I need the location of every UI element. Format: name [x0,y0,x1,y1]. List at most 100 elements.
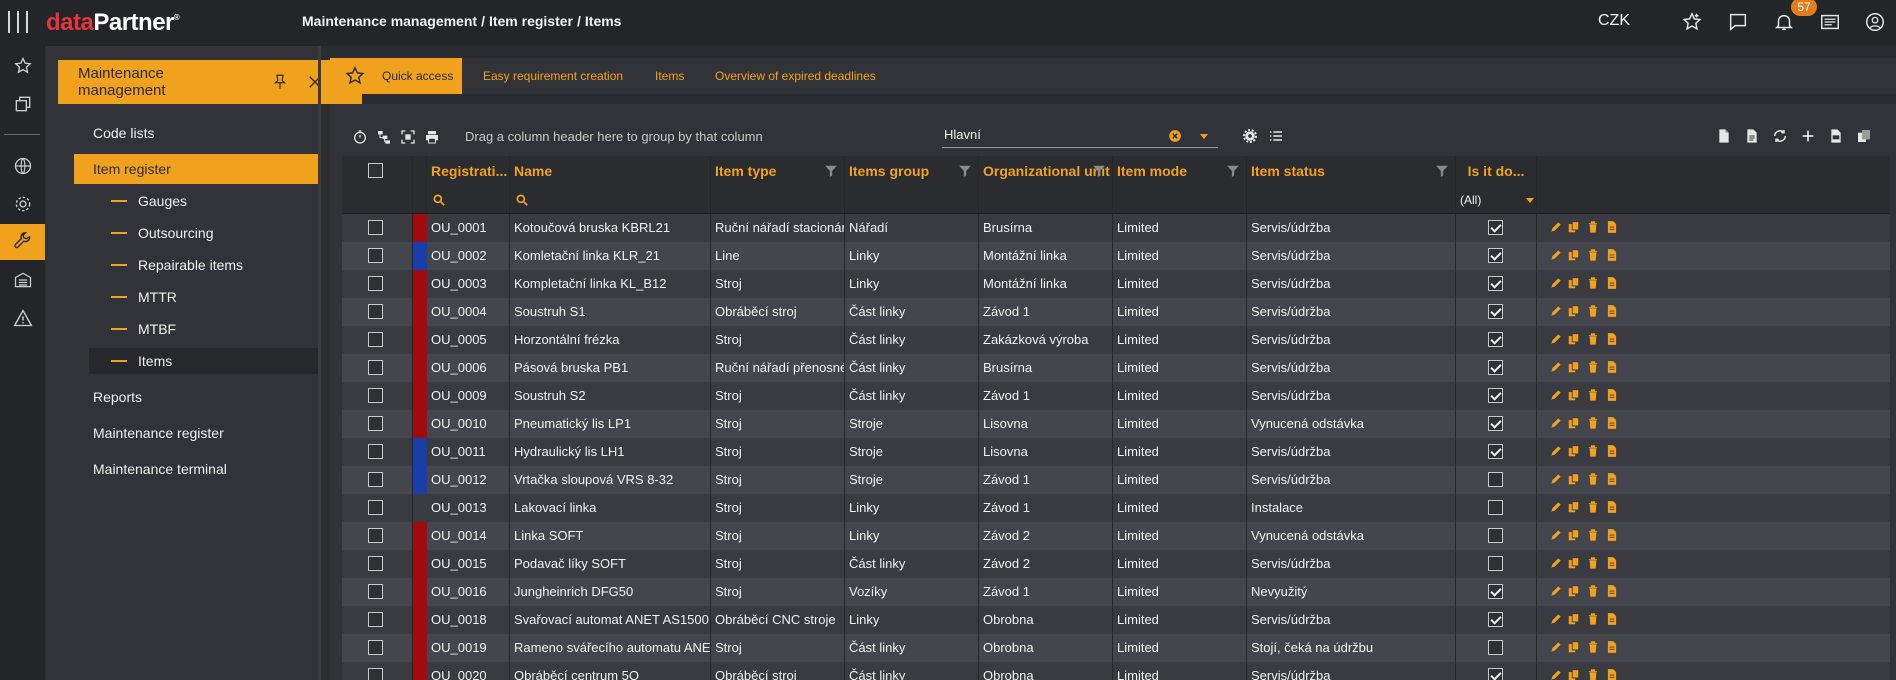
sidebar-item-reports[interactable]: Reports [74,382,320,412]
gear-icon[interactable] [0,186,45,222]
copy-icon[interactable] [1567,640,1581,654]
copy-icon[interactable] [1567,220,1581,234]
document-icon[interactable] [1605,528,1619,542]
clear-icon[interactable] [1168,129,1182,143]
stopwatch-icon[interactable] [352,129,368,145]
sidebar-subitem-gauges[interactable]: Gauges [89,188,320,214]
edit-icon[interactable] [1549,612,1563,626]
sidebar-item-maintenance-terminal[interactable]: Maintenance terminal [74,454,320,484]
column-header-name[interactable]: Name [510,156,711,186]
edit-icon[interactable] [1549,444,1563,458]
add-icon[interactable] [1800,128,1816,144]
table-row[interactable]: OU_0019Rameno svářecího automatu ANET AS… [342,634,1890,662]
delete-icon[interactable] [1586,332,1600,346]
hierarchy-icon[interactable] [376,129,392,145]
delete-icon[interactable] [1586,248,1600,262]
document-icon[interactable] [1605,360,1619,374]
edit-icon[interactable] [1549,668,1563,680]
new-document-icon[interactable] [1716,128,1732,144]
delete-icon[interactable] [1586,500,1600,514]
edit-icon[interactable] [1549,360,1563,374]
row-checkbox[interactable] [368,472,383,487]
tab-items[interactable]: Items [655,58,684,94]
delete-icon[interactable] [1586,584,1600,598]
sidebar-subitem-outsourcing[interactable]: Outsourcing [89,220,320,246]
table-row[interactable]: OU_0015 Podavač líky SOFT Stroj Část linky Z… [342,550,1890,578]
export-icon[interactable] [1828,128,1844,144]
done-checkbox[interactable] [1488,332,1503,347]
delete-icon[interactable] [1586,472,1600,486]
done-checkbox[interactable] [1488,612,1503,627]
row-checkbox[interactable] [368,248,383,263]
row-checkbox[interactable] [368,332,383,347]
table-row[interactable]: OU_0002 Komletační linka KLR_21 Line Linky M… [342,242,1890,270]
copy-icon[interactable] [1567,304,1581,318]
copy-icon[interactable] [1567,472,1581,486]
edit-icon[interactable] [1549,276,1563,290]
row-checkbox[interactable] [368,556,383,571]
warning-icon[interactable] [0,300,45,336]
row-checkbox[interactable] [368,500,383,515]
document-icon[interactable] [1605,220,1619,234]
edit-icon[interactable] [1549,500,1563,514]
edit-icon[interactable] [1549,220,1563,234]
duplicate-icon[interactable] [1856,128,1872,144]
delete-icon[interactable] [1586,276,1600,290]
logo[interactable]: dataPartner® [46,9,180,37]
edit-icon[interactable] [1549,304,1563,318]
document-icon[interactable] [1605,640,1619,654]
done-checkbox[interactable] [1488,276,1503,291]
row-checkbox[interactable] [368,612,383,627]
filter-all-select[interactable]: (All) [1460,186,1481,214]
tab-easy-requirement-creation[interactable]: Easy requirement creation [483,58,623,94]
news-icon[interactable] [1819,11,1841,33]
done-checkbox[interactable] [1488,444,1503,459]
table-row[interactable]: OU_0004 Soustruh S1 Obráběcí stroj Část lin… [342,298,1890,326]
copy-icon[interactable] [0,86,45,122]
done-checkbox[interactable] [1488,528,1503,543]
fit-columns-icon[interactable] [400,129,416,145]
edit-icon[interactable] [1549,388,1563,402]
row-checkbox[interactable] [368,444,383,459]
wrench-icon[interactable] [0,224,45,260]
column-header-item-status[interactable]: Item status [1247,156,1456,186]
document-icon[interactable] [1605,248,1619,262]
sidebar-subitem-mttr[interactable]: MTTR [89,284,320,310]
copy-icon[interactable] [1567,444,1581,458]
done-checkbox[interactable] [1488,500,1503,515]
notifications-icon[interactable] [1773,11,1795,33]
delete-icon[interactable] [1586,388,1600,402]
done-checkbox[interactable] [1488,248,1503,263]
done-checkbox[interactable] [1488,220,1503,235]
user-icon[interactable] [1864,11,1886,33]
table-row[interactable]: OU_0003 Kompletační linka KL_B12 Stroj Link… [342,270,1890,298]
copy-icon[interactable] [1567,248,1581,262]
document-icon[interactable] [1605,388,1619,402]
menu-icon[interactable] [8,11,28,33]
filter-registration[interactable] [427,186,510,213]
delete-icon[interactable] [1586,556,1600,570]
document-icon[interactable] [1605,556,1619,570]
row-checkbox[interactable] [368,584,383,599]
done-checkbox[interactable] [1488,304,1503,319]
copy-icon[interactable] [1567,500,1581,514]
column-header-organizational-unit[interactable]: Organizational unit [979,156,1113,186]
column-header-is-it-done[interactable]: Is it do... [1456,156,1537,186]
column-header-items-group[interactable]: Items group [845,156,979,186]
copy-icon[interactable] [1567,612,1581,626]
view-selector[interactable]: Hlavní [942,124,1218,148]
copy-icon[interactable] [1567,416,1581,430]
messages-icon[interactable] [1727,11,1749,33]
gear-icon[interactable] [1242,128,1258,144]
edit-icon[interactable] [1549,556,1563,570]
row-checkbox[interactable] [368,640,383,655]
done-checkbox[interactable] [1488,668,1503,680]
table-row[interactable]: OU_0018 Svařovací automat ANET AS1500 Obrá… [342,606,1890,634]
sidebar-subitem-items[interactable]: Items [89,348,320,374]
breadcrumb-item[interactable]: Item register [489,13,573,29]
table-row[interactable]: OU_0012 Vrtačka sloupová VRS 8-32 Stroj Str… [342,466,1890,494]
done-checkbox[interactable] [1488,472,1503,487]
delete-icon[interactable] [1586,416,1600,430]
copy-icon[interactable] [1567,332,1581,346]
sidebar-item-code-lists[interactable]: Code lists [74,118,320,148]
